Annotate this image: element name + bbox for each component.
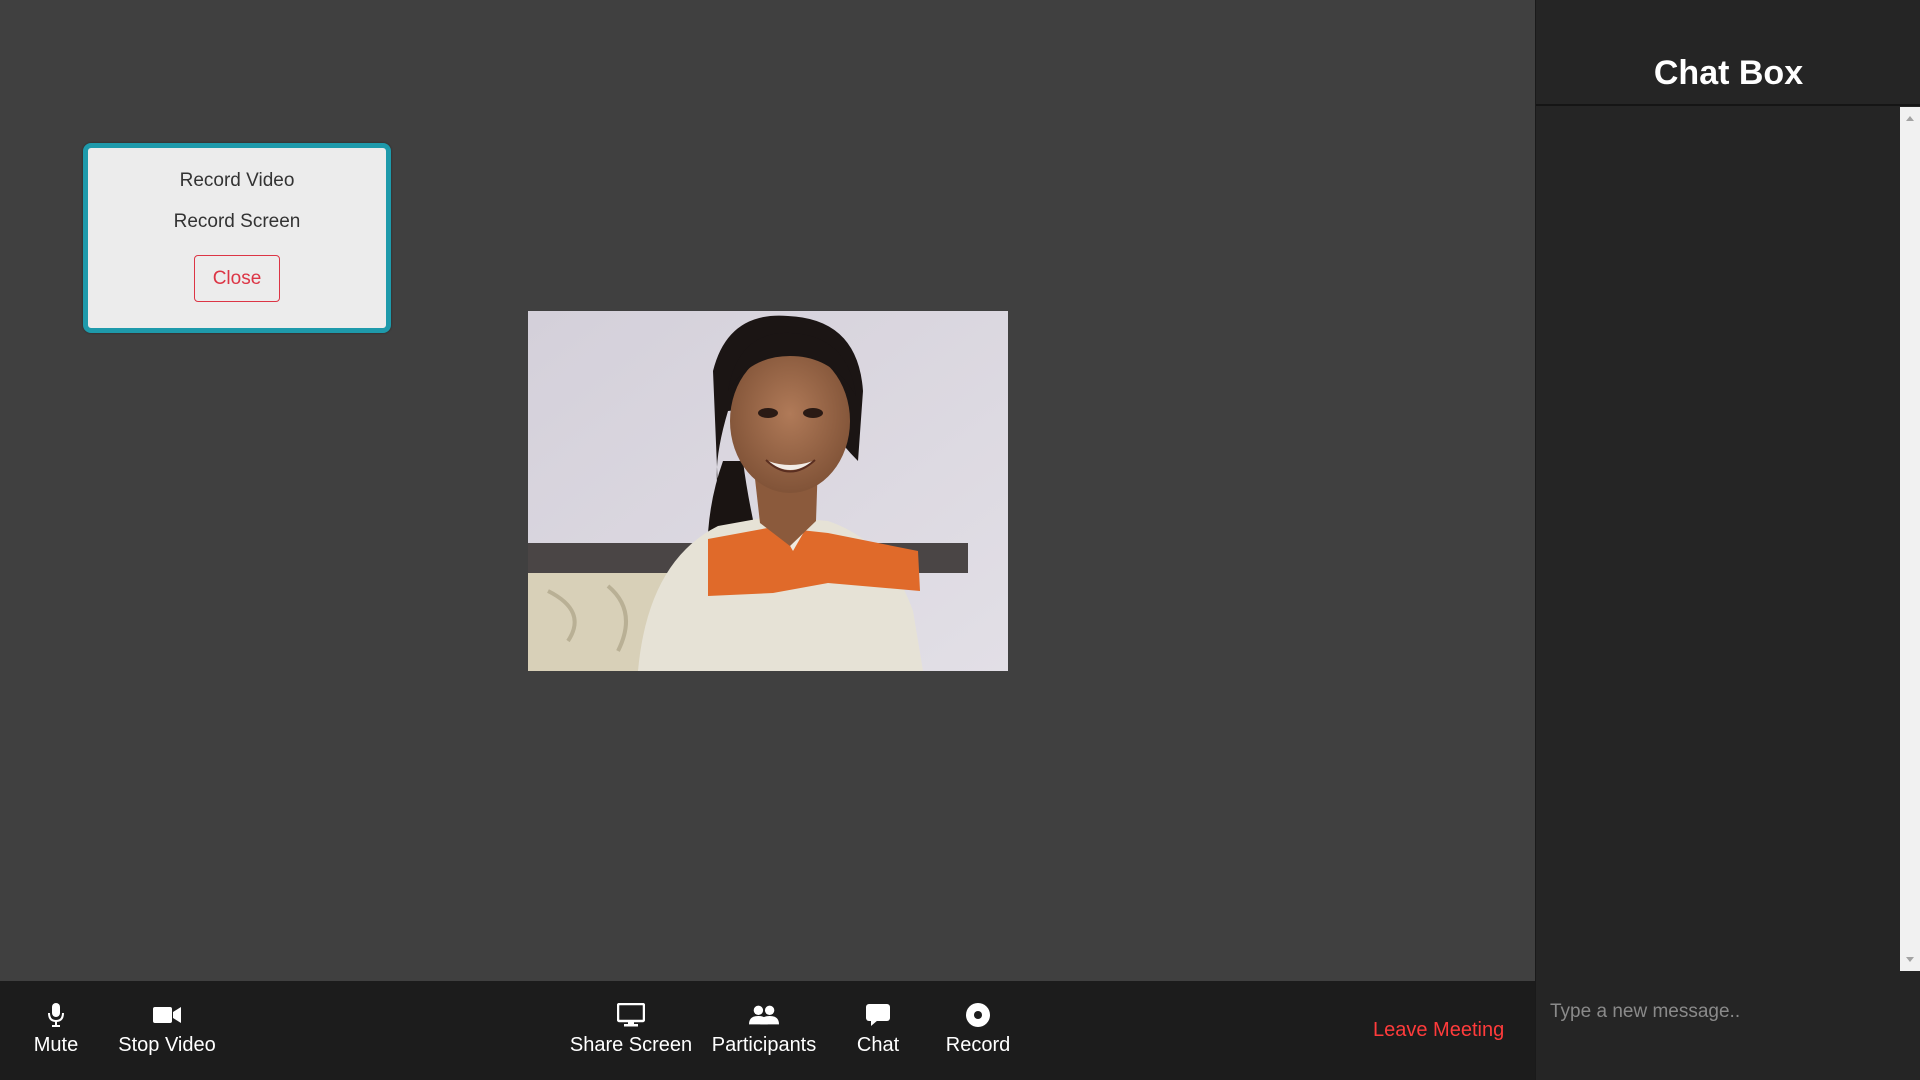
participants-label: Participants [711, 1034, 817, 1056]
chat-title: Chat Box [1653, 54, 1804, 92]
close-button[interactable]: Close [194, 255, 280, 302]
share-screen-button[interactable]: Share Screen [569, 981, 693, 1080]
stop-video-button[interactable]: Stop Video [116, 981, 218, 1080]
video-camera-icon [152, 1001, 182, 1029]
record-options-popup: Record Video Record Screen Close [83, 143, 391, 333]
mute-label: Mute [33, 1034, 79, 1056]
chat-panel: Chat Box [1535, 0, 1920, 1080]
record-button[interactable]: Record [946, 981, 1010, 1080]
leave-meeting-button[interactable]: Leave Meeting [1373, 1019, 1504, 1042]
record-icon [963, 1001, 993, 1029]
participant-video [528, 311, 1008, 671]
chat-message-input[interactable] [1536, 971, 1920, 1080]
share-screen-label: Share Screen [569, 1034, 693, 1056]
chat-message-list [1536, 107, 1898, 971]
chat-label: Chat [856, 1034, 900, 1056]
record-video-option[interactable]: Record Video [88, 170, 386, 192]
chat-bubble-icon [863, 1001, 893, 1029]
mute-button[interactable]: Mute [28, 981, 84, 1080]
participant-video-feed [528, 311, 1008, 671]
microphone-icon [41, 1001, 71, 1029]
chat-button[interactable]: Chat [852, 981, 904, 1080]
record-screen-option[interactable]: Record Screen [88, 211, 386, 233]
chat-header: Chat Box [1536, 0, 1920, 106]
stop-video-label: Stop Video [118, 1034, 216, 1056]
chat-scrollbar[interactable] [1900, 107, 1920, 971]
scroll-down-arrow-icon[interactable] [1906, 957, 1914, 962]
scroll-up-arrow-icon[interactable] [1906, 116, 1914, 121]
participants-button[interactable]: Participants [712, 981, 816, 1080]
meeting-stage: Record Video Record Screen Close [0, 0, 1535, 981]
users-icon [749, 1001, 779, 1029]
monitor-icon [616, 1001, 646, 1029]
record-label: Record [945, 1034, 1011, 1056]
meeting-toolbar: Mute Stop Video Share Screen Participant… [0, 981, 1535, 1080]
